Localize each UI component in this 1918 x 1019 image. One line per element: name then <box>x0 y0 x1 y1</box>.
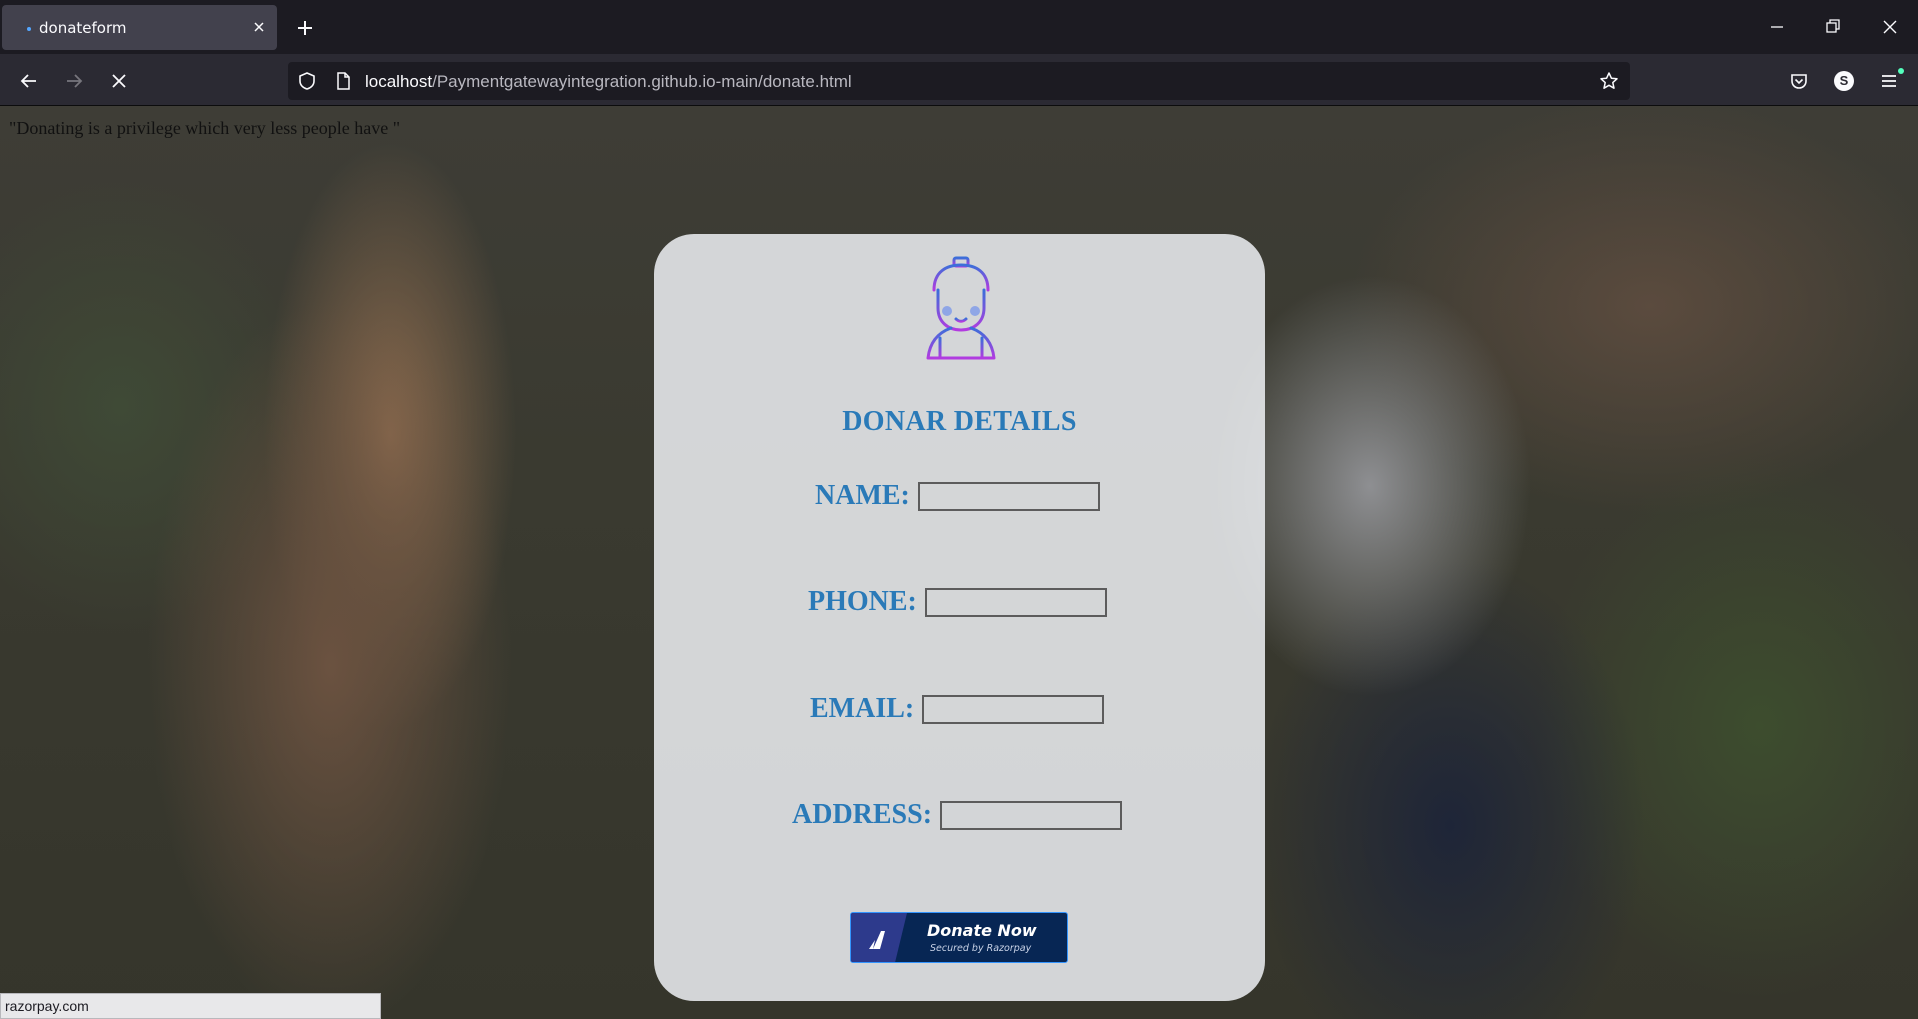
donor-person-icon <box>926 256 996 360</box>
name-label: NAME: <box>815 480 910 511</box>
address-input[interactable] <box>940 800 1123 830</box>
address-bar[interactable]: localhost/Paymentgatewayintegration.gith… <box>288 62 1630 100</box>
form-title: DONAR DETAILS <box>842 406 1077 437</box>
forward-icon[interactable] <box>59 66 89 96</box>
donation-form-card: DONAR DETAILS NAME: PHONE: EMAIL: ADDRES… <box>654 234 1265 1001</box>
tab-strip: donateform <box>0 0 1918 54</box>
email-field-row: EMAIL: <box>810 693 1105 729</box>
phone-field-row: PHONE: <box>808 586 1107 622</box>
address-field-row: ADDRESS: <box>792 799 1123 835</box>
donate-button-label: Donate Now <box>927 921 1037 940</box>
bookmark-star-icon[interactable] <box>1598 70 1620 92</box>
account-avatar[interactable]: S <box>1829 66 1859 96</box>
status-bar: razorpay.com <box>0 993 381 1019</box>
navigation-toolbar: localhost/Paymentgatewayintegration.gith… <box>0 54 1918 106</box>
stop-loading-icon[interactable] <box>104 66 134 96</box>
url-host: localhost <box>365 72 433 91</box>
phone-label: PHONE: <box>808 586 917 617</box>
close-window-icon[interactable] <box>1875 12 1905 42</box>
shield-icon[interactable] <box>296 70 318 92</box>
back-icon[interactable] <box>14 66 44 96</box>
loading-dot-icon <box>27 27 31 31</box>
new-tab-icon[interactable] <box>291 14 319 42</box>
page-quote: "Donating is a privilege which very less… <box>9 118 401 138</box>
email-label: EMAIL: <box>810 693 915 724</box>
avatar-letter: S <box>1834 71 1854 91</box>
close-tab-icon[interactable] <box>248 16 270 38</box>
app-menu-button[interactable] <box>1874 66 1904 96</box>
phone-input[interactable] <box>924 587 1107 617</box>
restore-icon[interactable] <box>1818 12 1848 42</box>
name-field-row: NAME: <box>815 480 1100 516</box>
razorpay-logo-icon <box>851 913 907 962</box>
donate-now-button[interactable]: Donate Now Secured by Razorpay <box>850 912 1068 963</box>
email-input[interactable] <box>922 694 1105 724</box>
url-path: /Paymentgatewayintegration.github.io-mai… <box>432 72 852 91</box>
pocket-icon[interactable] <box>1784 66 1814 96</box>
url-text[interactable]: localhost/Paymentgatewayintegration.gith… <box>365 72 852 92</box>
page-info-icon[interactable] <box>332 70 354 92</box>
update-badge-icon <box>1898 68 1904 74</box>
tab-title: donateform <box>39 19 127 37</box>
page-viewport: "Donating is a privilege which very less… <box>0 106 1918 1019</box>
name-input[interactable] <box>917 481 1100 511</box>
address-label: ADDRESS: <box>792 799 933 830</box>
tab-donateform[interactable]: donateform <box>2 5 277 50</box>
minimize-icon[interactable] <box>1762 12 1792 42</box>
donate-button-sublabel: Secured by Razorpay <box>930 943 1032 954</box>
